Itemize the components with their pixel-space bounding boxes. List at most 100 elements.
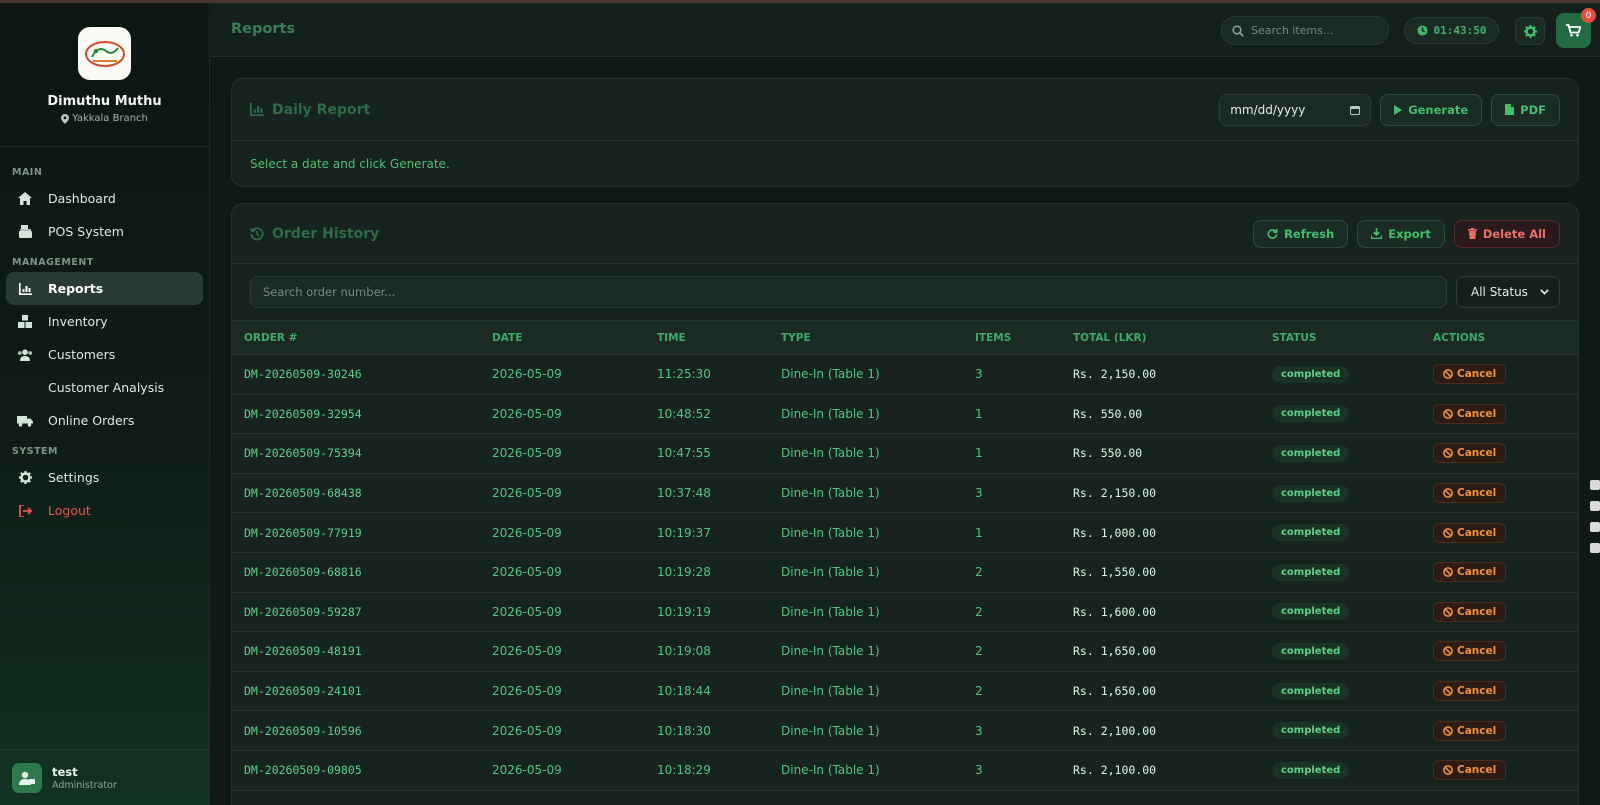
order-number-cell[interactable]: DM-20260509-59287 bbox=[232, 592, 480, 633]
column-header[interactable]: ORDER # bbox=[232, 320, 480, 355]
table-row[interactable]: DM-20260509-10596 2026-05-09 10:18:30 Dine-… bbox=[232, 710, 1578, 751]
sidebar-item-dashboard[interactable]: Dashboard bbox=[6, 182, 203, 215]
column-header[interactable]: TOTAL (LKR) bbox=[1061, 320, 1260, 355]
table-row[interactable]: DM-20260509-32954 2026-05-09 10:48:52 Dine-… bbox=[232, 394, 1578, 435]
cart-button[interactable]: 0 bbox=[1556, 8, 1596, 48]
nav-section-management: MANAGEMENT bbox=[12, 257, 94, 268]
sidebar-item-label: Logout bbox=[48, 503, 91, 518]
sidebar-item-settings[interactable]: Settings bbox=[6, 461, 203, 494]
daily-report-header: Daily Report mm/dd/yyyy Generate PDF bbox=[232, 79, 1578, 141]
status-filter-value: All Status bbox=[1471, 285, 1528, 299]
ban-icon bbox=[1443, 448, 1453, 459]
items-cell: 1 bbox=[963, 394, 1061, 435]
column-header[interactable]: TYPE bbox=[769, 320, 963, 355]
order-number-cell[interactable]: DM-20260509-32954 bbox=[232, 394, 480, 435]
status-cell: completed bbox=[1260, 512, 1421, 553]
pdf-button[interactable]: PDF bbox=[1491, 93, 1560, 126]
order-number-cell[interactable]: DM-20260509-48191 bbox=[232, 631, 480, 672]
actions-cell: Cancel bbox=[1421, 631, 1578, 672]
ban-icon bbox=[1443, 488, 1453, 498]
cancel-button[interactable]: Cancel bbox=[1433, 403, 1507, 424]
refresh-button[interactable]: Refresh bbox=[1253, 219, 1349, 248]
status-badge: completed bbox=[1272, 524, 1350, 542]
gear-icon[interactable] bbox=[1590, 543, 1600, 553]
column-header[interactable]: ITEMS bbox=[963, 320, 1061, 355]
search-input[interactable] bbox=[1251, 24, 1381, 37]
total-cell: Rs. 1,600.00 bbox=[1061, 592, 1260, 633]
order-number-cell[interactable]: DM-20260509-30246 bbox=[232, 354, 480, 395]
table-row[interactable]: DM-20260509-24101 2026-05-09 10:18:44 Dine-… bbox=[232, 671, 1578, 712]
sidebar-item-online-orders[interactable]: Online Orders bbox=[6, 404, 203, 437]
copy-icon[interactable] bbox=[1590, 522, 1600, 532]
table-row[interactable]: DM-20260509-30246 2026-05-09 11:25:30 Dine-… bbox=[232, 354, 1578, 395]
order-number-cell[interactable]: DM-20260509-75394 bbox=[232, 433, 480, 474]
date-input[interactable]: mm/dd/yyyy bbox=[1219, 93, 1372, 126]
total-cell: Rs. 2,150.00 bbox=[1061, 354, 1260, 395]
export-button[interactable]: Export bbox=[1357, 219, 1445, 248]
generate-button[interactable]: Generate bbox=[1380, 93, 1483, 126]
cancel-button[interactable]: Cancel bbox=[1433, 443, 1507, 464]
sidebar-item-reports[interactable]: Reports bbox=[6, 272, 203, 305]
date-cell: 2026-05-09 bbox=[480, 631, 645, 672]
order-history-header: Order History Refresh Export Delete All bbox=[232, 204, 1578, 264]
cancel-button[interactable]: Cancel bbox=[1433, 760, 1507, 781]
daily-report-actions: mm/dd/yyyy Generate PDF bbox=[1219, 93, 1560, 126]
column-header[interactable]: DATE bbox=[480, 320, 645, 355]
order-number-cell[interactable]: DM-20260509-68438 bbox=[232, 473, 480, 514]
user-profile[interactable]: test Administrator bbox=[0, 749, 210, 805]
table-row[interactable]: DM-20260509-48191 2026-05-09 10:19:08 Dine-… bbox=[232, 631, 1578, 672]
daily-report-title: Daily Report bbox=[250, 102, 370, 118]
type-cell: Dine-In (Table 1) bbox=[769, 671, 963, 712]
date-cell: 2026-05-09 bbox=[480, 433, 645, 474]
status-filter-select[interactable]: All Status bbox=[1456, 276, 1560, 308]
theme-settings-button[interactable] bbox=[1515, 17, 1545, 45]
brand-logo bbox=[78, 27, 131, 80]
cancel-label: Cancel bbox=[1457, 645, 1497, 658]
cancel-button[interactable]: Cancel bbox=[1433, 364, 1507, 385]
square-icon[interactable] bbox=[1590, 501, 1600, 511]
chevron-down-icon bbox=[1540, 289, 1549, 295]
table-row[interactable]: DM-20260509-59287 2026-05-09 10:19:19 Dine-… bbox=[232, 592, 1578, 633]
column-header[interactable]: ACTIONS bbox=[1421, 320, 1578, 355]
cancel-button[interactable]: Cancel bbox=[1433, 483, 1507, 504]
sidebar-item-customers[interactable]: Customers bbox=[6, 338, 203, 371]
table-row[interactable]: DM-20260509-68438 2026-05-09 10:37:48 Dine-… bbox=[232, 473, 1578, 514]
delete-all-button[interactable]: Delete All bbox=[1453, 219, 1560, 248]
cancel-button[interactable]: Cancel bbox=[1433, 562, 1507, 583]
calendar-icon[interactable] bbox=[1350, 105, 1361, 115]
delete-all-label: Delete All bbox=[1482, 226, 1546, 241]
cancel-label: Cancel bbox=[1457, 368, 1497, 381]
table-row[interactable]: DM-20260509-09805 2026-05-09 10:18:29 Dine-… bbox=[232, 750, 1578, 791]
cancel-button[interactable]: Cancel bbox=[1433, 681, 1507, 702]
sidebar-item-customer-analysis[interactable]: Customer Analysis bbox=[6, 371, 203, 404]
cancel-button[interactable]: Cancel bbox=[1433, 720, 1507, 741]
clock-time: 01:43:50 bbox=[1433, 24, 1487, 37]
order-number-cell[interactable]: DM-20260509-24101 bbox=[232, 671, 480, 712]
sidebar-item-label: Customer Analysis bbox=[48, 380, 165, 395]
table-row[interactable]: DM-20260509-77919 2026-05-09 10:19:37 Dine-… bbox=[232, 512, 1578, 553]
total-cell: Rs. 1,000.00 bbox=[1061, 512, 1260, 553]
sidebar-item-inventory[interactable]: Inventory bbox=[6, 305, 203, 338]
order-number-cell[interactable]: DM-20260509-77919 bbox=[232, 512, 480, 553]
window-top-border bbox=[0, 0, 1600, 3]
sidebar-item-logout[interactable]: Logout bbox=[6, 494, 203, 527]
order-number-cell[interactable]: DM-20260509-68816 bbox=[232, 552, 480, 593]
cancel-button[interactable]: Cancel bbox=[1433, 522, 1507, 543]
column-header[interactable]: TIME bbox=[645, 320, 769, 355]
cancel-button[interactable]: Cancel bbox=[1433, 641, 1507, 662]
panel-title-text: Daily Report bbox=[272, 101, 371, 118]
clock: 01:43:50 bbox=[1404, 17, 1499, 44]
camera-icon[interactable] bbox=[1590, 480, 1600, 490]
sidebar-item-pos-system[interactable]: POS System bbox=[6, 215, 203, 248]
time-cell: 10:19:37 bbox=[645, 512, 769, 553]
search-box[interactable] bbox=[1221, 16, 1389, 45]
column-header[interactable]: STATUS bbox=[1260, 320, 1421, 355]
chart-icon bbox=[16, 282, 34, 295]
table-row[interactable]: DM-20260509-68816 2026-05-09 10:19:28 Dine-… bbox=[232, 552, 1578, 593]
table-row[interactable]: DM-20260509-75394 2026-05-09 10:47:55 Dine-… bbox=[232, 433, 1578, 474]
order-number-cell[interactable]: DM-20260509-09805 bbox=[232, 750, 480, 791]
date-cell: 2026-05-09 bbox=[480, 552, 645, 593]
order-search-input[interactable] bbox=[250, 276, 1447, 308]
order-number-cell[interactable]: DM-20260509-10596 bbox=[232, 710, 480, 751]
cancel-button[interactable]: Cancel bbox=[1433, 601, 1507, 622]
